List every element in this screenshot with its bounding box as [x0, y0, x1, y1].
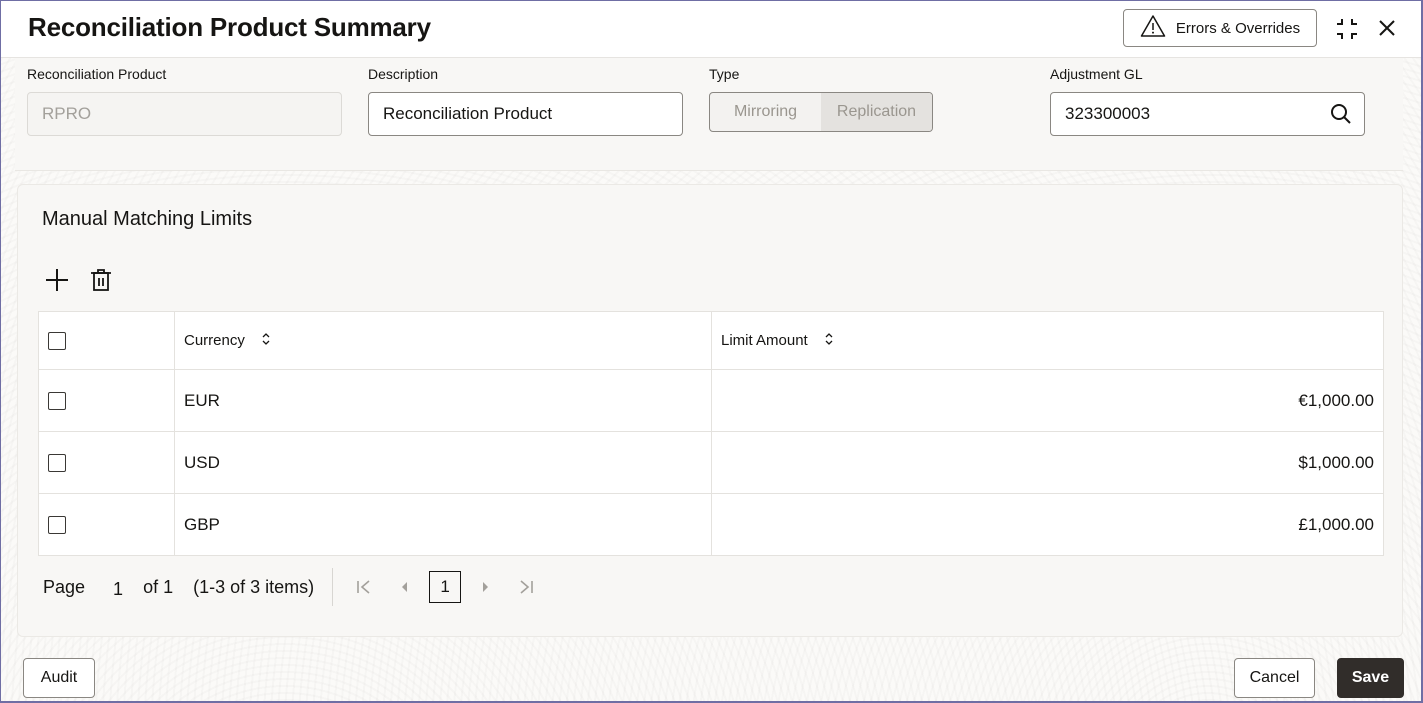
adjustment-gl-label: Adjustment GL [1050, 66, 1143, 82]
pager-divider [332, 568, 334, 606]
pagination: Page 1 of 1 (1-3 of 3 items) 1 [43, 568, 551, 606]
currency-cell: GBP [174, 493, 712, 556]
page-label: Page [43, 576, 86, 597]
limit-amount-header-label: Limit Amount [721, 331, 808, 349]
page-title: Reconciliation Product Summary [28, 12, 431, 42]
manual-matching-limits-section: Manual Matching Limits Currency Limit Am… [17, 184, 1403, 637]
dialog-window: Reconciliation Product Summary Errors & … [1, 1, 1421, 701]
currency-header-label: Currency [184, 331, 245, 349]
page-input[interactable]: 1 [113, 579, 123, 600]
errors-overrides-button[interactable]: Errors & Overrides [1123, 9, 1317, 47]
select-all-checkbox[interactable] [48, 331, 66, 350]
description-field[interactable]: Reconciliation Product [368, 92, 683, 136]
type-option-replication[interactable]: Replication [821, 93, 932, 131]
table-row[interactable]: USD $1,000.00 [38, 431, 1384, 494]
limits-table: Currency Limit Amount EUR €1,000.00 USD … [38, 311, 1384, 556]
type-option-mirroring[interactable]: Mirroring [710, 93, 821, 131]
product-details-panel: Reconciliation Product RPRO Description … [15, 58, 1403, 171]
previous-page-icon[interactable] [389, 572, 419, 602]
currency-cell: USD [174, 431, 712, 494]
reconciliation-product-field: RPRO [27, 92, 342, 136]
row-checkbox[interactable] [48, 516, 66, 535]
table-row[interactable]: EUR €1,000.00 [38, 369, 1384, 432]
section-title: Manual Matching Limits [42, 208, 253, 230]
search-icon[interactable] [1330, 103, 1352, 130]
row-checkbox[interactable] [48, 454, 66, 473]
currency-column-header[interactable]: Currency [174, 311, 712, 370]
warning-triangle-icon [1140, 14, 1166, 42]
sort-icon[interactable] [261, 331, 271, 351]
type-toggle: Mirroring Replication [709, 92, 933, 132]
adjustment-gl-field[interactable]: 323300003 [1050, 92, 1365, 136]
last-page-icon[interactable] [511, 572, 541, 602]
dialog-header: Reconciliation Product Summary Errors & … [1, 1, 1421, 58]
select-all-cell [38, 311, 175, 370]
errors-overrides-label: Errors & Overrides [1175, 19, 1301, 37]
first-page-icon[interactable] [349, 572, 379, 602]
current-page-button[interactable]: 1 [429, 571, 462, 603]
compress-icon[interactable] [1332, 14, 1362, 44]
audit-button[interactable]: Audit [23, 658, 95, 698]
sort-icon[interactable] [824, 331, 834, 351]
adjustment-gl-value: 323300003 [1065, 104, 1151, 123]
cancel-button[interactable]: Cancel [1234, 658, 1315, 698]
table-header-row: Currency Limit Amount [38, 311, 1384, 370]
limit-amount-cell: $1,000.00 [711, 431, 1384, 494]
limit-amount-cell: €1,000.00 [711, 369, 1384, 432]
limit-amount-column-header[interactable]: Limit Amount [711, 311, 1384, 370]
page-count: of 1 [143, 576, 174, 597]
items-summary: (1-3 of 3 items) [193, 576, 315, 597]
limit-amount-cell: £1,000.00 [711, 493, 1384, 556]
currency-cell: EUR [174, 369, 712, 432]
description-label: Description [368, 66, 439, 82]
reconciliation-product-label: Reconciliation Product [27, 66, 167, 82]
type-label: Type [709, 66, 740, 82]
close-icon[interactable] [1373, 14, 1401, 42]
save-button[interactable]: Save [1337, 658, 1404, 698]
table-row[interactable]: GBP £1,000.00 [38, 493, 1384, 556]
row-checkbox[interactable] [48, 392, 66, 411]
add-icon[interactable] [42, 265, 72, 295]
delete-icon[interactable] [86, 265, 116, 295]
next-page-icon[interactable] [471, 572, 501, 602]
